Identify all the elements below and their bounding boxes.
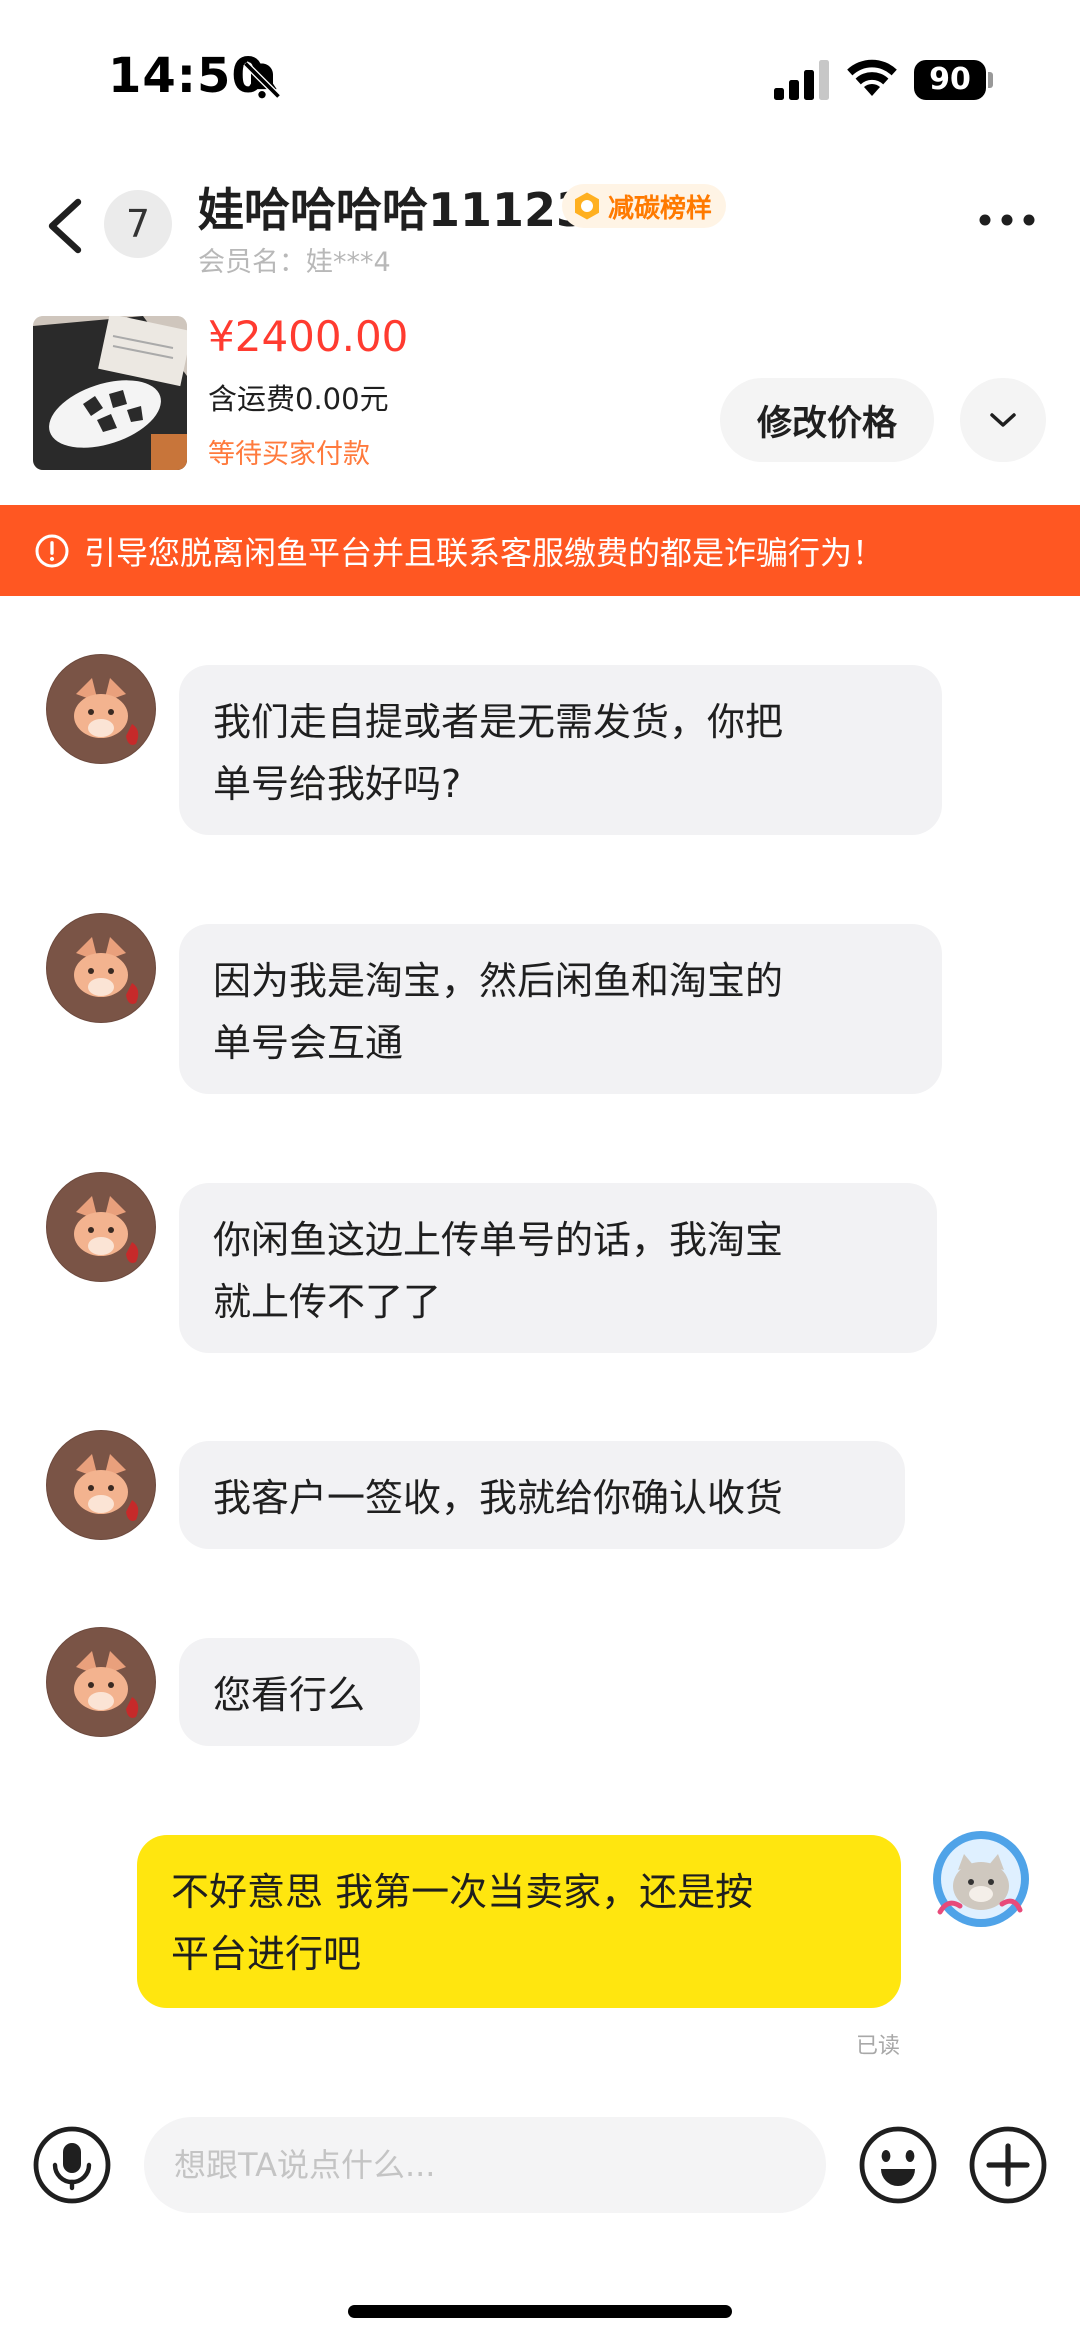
read-receipt: 已读: [856, 2034, 901, 2059]
contact-avatar[interactable]: [46, 1172, 156, 1282]
microphone-icon[interactable]: [32, 2125, 112, 2205]
chevron-down-icon: [990, 413, 1016, 427]
expand-product-button[interactable]: [960, 378, 1046, 462]
badge-hexagon-icon: [575, 192, 599, 220]
product-thumbnail[interactable]: [33, 316, 187, 470]
cat-avatar-image: [926, 1824, 1036, 1934]
emoji-icon[interactable]: [858, 2125, 938, 2205]
status-bar: 14:50 90: [0, 0, 1080, 150]
fox-avatar-image: [46, 1430, 156, 1540]
contact-avatar[interactable]: [46, 1430, 156, 1540]
carbon-badge[interactable]: 减碳榜样: [562, 184, 727, 228]
my-avatar[interactable]: [926, 1824, 1036, 1934]
battery-cap: [988, 72, 993, 88]
fox-avatar-image: [46, 1627, 156, 1737]
message-input[interactable]: [144, 2117, 826, 2213]
more-dots-icon[interactable]: [976, 208, 1038, 232]
edit-price-button[interactable]: 修改价格: [720, 378, 934, 462]
contact-name[interactable]: 娃哈哈哈哈11123: [198, 174, 588, 240]
message-bubble-incoming[interactable]: 我们走自提或者是无需发货，你把 单号给我好吗?: [179, 665, 942, 835]
contact-avatar[interactable]: [46, 654, 156, 764]
message-bubble-incoming[interactable]: 我客户一签收，我就给你确认收货: [179, 1441, 905, 1549]
plus-circle-icon[interactable]: [968, 2125, 1048, 2205]
order-status: 等待买家付款: [208, 439, 370, 470]
signal-icon: [774, 60, 829, 100]
fox-avatar-image: [46, 913, 156, 1023]
fraud-warning-banner: 引导您脱离闲鱼平台并且联系客服缴费的都是诈骗行为！: [0, 505, 1080, 596]
fox-avatar-image: [46, 1172, 156, 1282]
product-price: ¥2400.00: [208, 312, 409, 361]
mouse-product-image: [33, 316, 187, 470]
battery-icon: 90: [914, 60, 986, 100]
message-bubble-outgoing[interactable]: 不好意思 我第一次当卖家，还是按 平台进行吧: [137, 1835, 901, 2008]
message-bubble-incoming[interactable]: 你闲鱼这边上传单号的话，我淘宝 就上传不了了: [179, 1183, 937, 1353]
product-shipping: 含运费0.00元: [208, 382, 389, 416]
unread-count-badge[interactable]: 7: [104, 190, 172, 258]
chat-screen: 14:50 90 7 娃哈哈哈哈11123 减碳榜样 会员名：娃***4 ¥24…: [0, 0, 1080, 2341]
warning-text: 引导您脱离闲鱼平台并且联系客服缴费的都是诈骗行为！: [84, 533, 885, 572]
contact-avatar[interactable]: [46, 1627, 156, 1737]
badge-label: 减碳榜样: [608, 193, 713, 224]
contact-avatar[interactable]: [46, 913, 156, 1023]
home-indicator[interactable]: [348, 2305, 732, 2318]
exclamation-circle-icon: [35, 534, 69, 567]
bell-muted-icon: [243, 61, 281, 99]
member-name: 会员名：娃***4: [198, 247, 391, 278]
message-bubble-incoming[interactable]: 您看行么: [179, 1638, 420, 1746]
wifi-icon: [847, 59, 897, 96]
message-bubble-incoming[interactable]: 因为我是淘宝，然后闲鱼和淘宝的 单号会互通: [179, 924, 942, 1094]
fox-avatar-image: [46, 654, 156, 764]
chevron-left-icon[interactable]: [44, 196, 84, 256]
